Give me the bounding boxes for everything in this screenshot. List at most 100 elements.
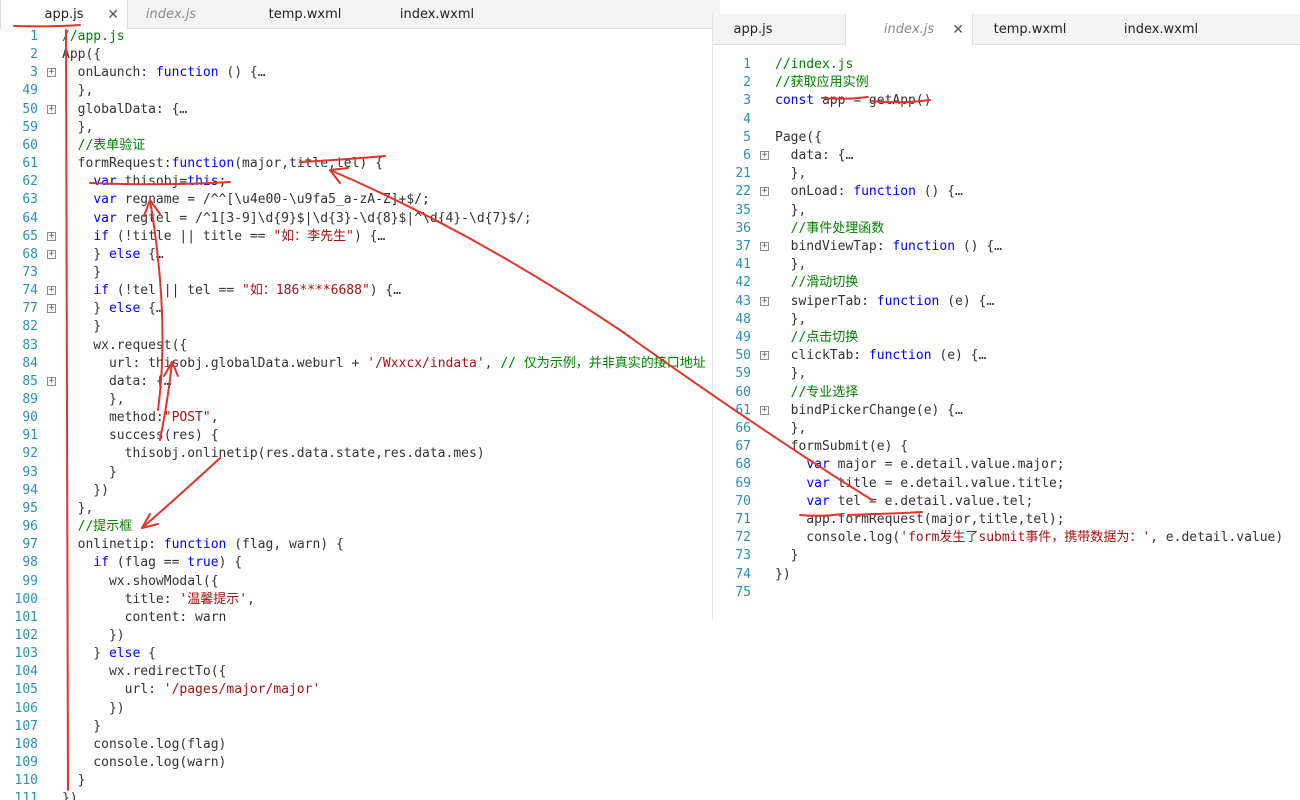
code-line: 96 //提示框	[0, 518, 720, 536]
line-number: 100	[14, 591, 38, 607]
code-text: }	[62, 318, 101, 336]
code-token: Page({	[775, 129, 822, 145]
code-text: title: '温馨提示',	[62, 591, 255, 609]
code-token: },	[62, 83, 94, 99]
code-editor-app-js[interactable]: 1 //app.js 2 App({3 + onLaunch: function () …	[0, 28, 720, 800]
code-token: title:	[62, 591, 180, 607]
code-line: 103 } else {	[0, 645, 720, 663]
right-editor-pane: app.js index.js ✕ temp.wxml index.wxml 1…	[712, 14, 1300, 620]
fold-expand-icon[interactable]: +	[760, 242, 769, 251]
code-text: bindPickerChange(e) {…	[775, 402, 963, 420]
tab-app-js[interactable]: app.js	[713, 14, 793, 44]
code-line: 37 + bindViewTap: function () {…	[713, 238, 1300, 256]
close-icon[interactable]: ✕	[107, 7, 119, 23]
line-number: 49	[22, 83, 38, 99]
tab-index-js[interactable]: index.js ✕	[845, 14, 973, 45]
code-text: var regname = /^^[\u4e00-\u9fa5_a-zA-Z]+…	[62, 191, 430, 209]
code-token: (flag ==	[108, 555, 188, 571]
code-line: 65 + if (!title || title == "如：李先生") {…	[0, 228, 720, 246]
code-text: }	[62, 772, 86, 790]
code-text: //专业选择	[775, 384, 859, 402]
code-line: 94 })	[0, 482, 720, 500]
fold-expand-icon[interactable]: +	[760, 151, 769, 160]
line-number: 64	[22, 210, 38, 226]
fold-expand-icon[interactable]: +	[760, 187, 769, 197]
code-token: {…	[140, 301, 164, 317]
close-icon[interactable]: ✕	[952, 22, 964, 38]
fold-expand-icon[interactable]: +	[760, 351, 769, 361]
code-token: //表单验证	[62, 137, 146, 153]
code-text: var title = e.detail.value.title;	[775, 475, 1064, 493]
code-text: console.log(warn)	[62, 754, 226, 772]
code-text: //index.js	[775, 56, 853, 74]
code-line: 1 //index.js	[713, 56, 1300, 74]
code-text: //app.js	[62, 28, 125, 46]
fold-expand-icon[interactable]: +	[47, 104, 56, 114]
tab-temp-wxml[interactable]: temp.wxml	[975, 14, 1085, 44]
fold-expand-icon[interactable]: +	[760, 405, 769, 415]
code-token: //app.js	[62, 29, 125, 44]
code-line: 68 var major = e.detail.value.major;	[713, 456, 1300, 474]
tab-temp-wxml[interactable]: temp.wxml	[255, 0, 355, 28]
code-token: thisobj.onlinetip(res.data.state,res.dat…	[62, 446, 485, 462]
code-line: 50 + clickTab: function (e) {…	[713, 347, 1300, 365]
fold-expand-icon[interactable]: +	[47, 286, 56, 296]
code-token: //提示框	[62, 519, 133, 535]
code-text: if (!title || title == "如：李先生") {…	[62, 228, 385, 246]
code-token: }	[62, 319, 102, 335]
code-line: 60 //专业选择	[713, 384, 1300, 402]
fold-expand-icon[interactable]: +	[760, 296, 769, 306]
code-token: function	[876, 293, 940, 309]
code-token: "如：李先生"	[273, 228, 354, 244]
code-token: {…	[140, 246, 164, 262]
fold-expand-icon[interactable]: +	[47, 249, 56, 259]
code-line: 111})	[0, 790, 720, 800]
code-text: console.log('form发生了submit事件，携带数据为：', e.…	[775, 529, 1283, 547]
code-token: {	[140, 646, 156, 662]
fold-expand-icon[interactable]: +	[47, 231, 56, 241]
line-number: 106	[14, 700, 38, 716]
code-text: //提示框	[62, 518, 133, 536]
code-text: } else {…	[62, 300, 164, 318]
code-token: }	[62, 301, 109, 317]
code-token: thisobj=	[116, 174, 188, 190]
code-line: 59 },	[713, 365, 1300, 383]
tab-app-js[interactable]: app.js ✕	[0, 0, 128, 29]
line-number: 73	[735, 548, 751, 564]
line-number: 61	[735, 402, 751, 418]
code-text: },	[775, 420, 807, 438]
tab-index-wxml[interactable]: index.wxml	[385, 0, 489, 28]
code-token: var	[93, 192, 117, 208]
tab-label: app.js	[44, 7, 84, 22]
code-text: globalData: {…	[62, 101, 188, 119]
fold-expand-icon[interactable]: +	[47, 376, 56, 386]
fold-expand-icon[interactable]: +	[47, 68, 56, 78]
tab-index-js[interactable]: index.js	[127, 0, 215, 28]
code-token: //index.js	[775, 57, 854, 72]
line-number: 99	[22, 573, 38, 589]
line-number: 105	[14, 682, 38, 698]
code-text: var thisobj=this;	[62, 173, 226, 191]
code-line: 21 },	[713, 165, 1300, 183]
tab-label: index.wxml	[399, 6, 475, 22]
fold-expand-icon[interactable]: +	[47, 304, 56, 314]
code-token: ) {…	[354, 228, 386, 244]
line-number: 108	[14, 736, 38, 752]
line-number: 3	[743, 93, 751, 109]
code-text: const app = getApp()	[775, 92, 932, 110]
code-line: 99 wx.showModal({	[0, 573, 720, 591]
code-text: App({	[62, 46, 101, 64]
code-token: App({	[62, 47, 102, 63]
code-line: 84 url: thisobj.globalData.weburl + '/Wx…	[0, 355, 720, 373]
line-number: 61	[22, 156, 38, 172]
tab-index-wxml[interactable]: index.wxml	[1109, 14, 1213, 44]
line-number: 93	[22, 464, 38, 480]
line-number: 101	[14, 609, 38, 625]
code-editor-index-js[interactable]: 1 //index.js 2 //获取应用实例 3 const app = getApp(…	[713, 56, 1300, 620]
code-token: }	[62, 264, 102, 280]
code-text: }	[62, 464, 117, 482]
code-token: function	[868, 348, 932, 364]
line-number: 6	[743, 148, 751, 163]
